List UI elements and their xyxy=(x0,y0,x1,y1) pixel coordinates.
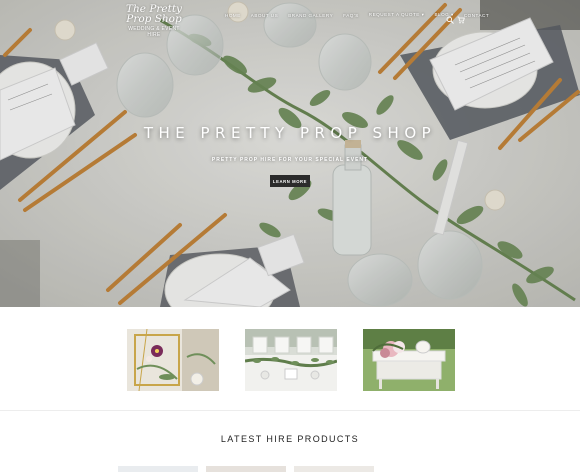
section-divider xyxy=(0,410,580,411)
cart-icon[interactable] xyxy=(457,11,465,24)
hero-banner xyxy=(0,0,580,307)
logo-script-line-2: Prop Shop xyxy=(126,13,182,25)
nav-item-home[interactable]: HOME xyxy=(220,13,246,18)
product-card-3[interactable] xyxy=(294,466,374,472)
product-card-2[interactable] xyxy=(206,466,286,472)
nav-item-request-a-quote[interactable]: REQUEST A QUOTE ▾ xyxy=(364,12,430,18)
nav-item-brand-gallery[interactable]: BRAND GALLERY xyxy=(283,13,338,18)
hero-subtitle: PRETTY PROP HIRE FOR YOUR SPECIAL EVENT xyxy=(211,157,369,163)
logo-tagline: WEDDING & EVENT HIRE xyxy=(128,26,180,38)
gallery-thumbnail-2[interactable] xyxy=(245,329,337,391)
learn-more-button[interactable]: LEARN MORE xyxy=(270,175,310,187)
hero-title: THE PRETTY PROP SHOP xyxy=(143,124,437,142)
gallery-thumbnail-3[interactable] xyxy=(363,329,455,391)
hero-overlay xyxy=(0,0,580,307)
nav-item-blog[interactable]: BLOG ▾ xyxy=(429,12,458,18)
search-icon[interactable] xyxy=(446,11,454,24)
gallery-thumbnail-1[interactable] xyxy=(127,329,219,391)
outdoor-floral-table-image xyxy=(363,329,455,391)
gold-frame-flowers-image xyxy=(127,329,219,391)
latest-hire-products-title: LATEST HIRE PRODUCTS xyxy=(220,434,360,444)
table-white-chairs-image xyxy=(245,329,337,391)
product-card-1[interactable] xyxy=(118,466,198,472)
nav-item-about-us[interactable]: ABOUT US xyxy=(246,13,283,18)
nav-item-faqs[interactable]: FAQ'S xyxy=(338,13,364,18)
site-logo[interactable]: The Pretty Prop Shop WEDDING & EVENT HIR… xyxy=(122,4,186,38)
